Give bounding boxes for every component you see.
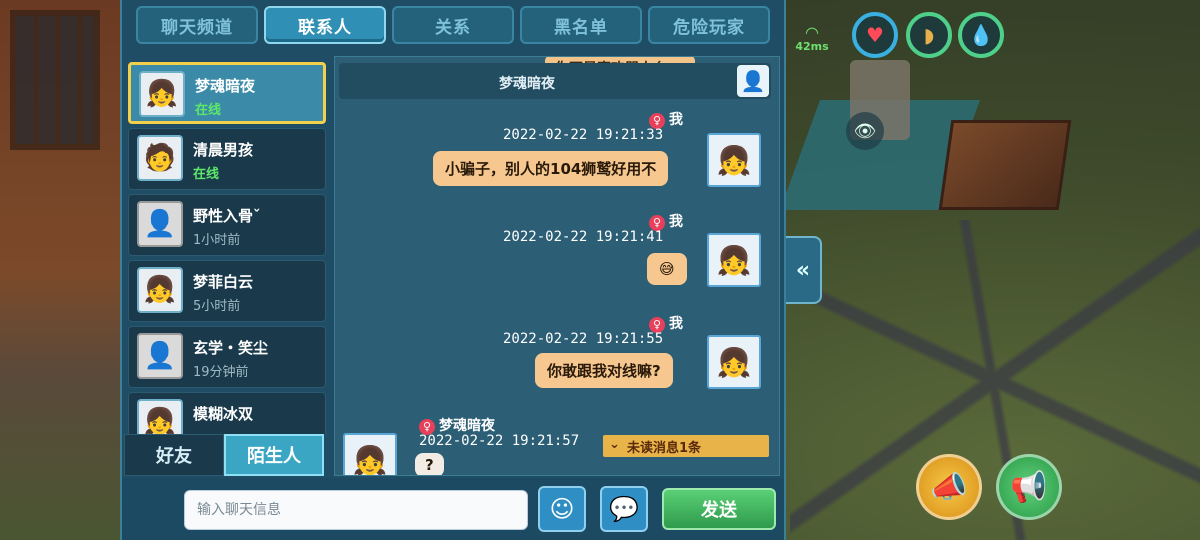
water-drop-icon[interactable]: 💧: [958, 12, 1004, 58]
profile-icon[interactable]: 👤: [737, 65, 769, 97]
message-time: 2022-02-22 19:21:41: [503, 229, 664, 245]
tab-relations[interactable]: 关系: [392, 6, 514, 44]
send-button[interactable]: 发送: [662, 488, 776, 530]
contact-status: 在线: [195, 103, 222, 118]
contact-status: 5小时前: [193, 299, 241, 314]
contact-name: 梦魂暗夜: [195, 77, 256, 95]
ping-label: 42ms: [795, 40, 829, 53]
collapse-arrow-icon[interactable]: «: [786, 236, 822, 304]
avatar: 👧: [707, 233, 761, 287]
contact-name: 清晨男孩: [193, 141, 254, 159]
avatar: 👧: [137, 399, 183, 434]
contact-item[interactable]: 👤 玄学・笑尘 19分钟前: [128, 326, 326, 388]
contact-list: 👧 梦魂暗夜 在线 🧑 清晨男孩 在线 👤 野性入骨ˇ 1小时前 👧 梦菲白云 …: [124, 58, 330, 434]
message-bubble: 小骗子，别人的104狮鹫好用不: [433, 151, 669, 186]
conversation-area[interactable]: 你不是喜欢骂人么 梦魂暗夜 👤 ♀我 2022-02-22 19:21:33 小…: [334, 56, 780, 476]
tab-strangers[interactable]: 陌生人: [224, 434, 324, 476]
message-sender: ♀ 我: [649, 313, 683, 333]
conversation-title: 梦魂暗夜: [499, 76, 555, 92]
contact-item[interactable]: 👤 野性入骨ˇ 1小时前: [128, 194, 326, 256]
contact-status: 在线: [193, 167, 220, 182]
tab-chat-channel[interactable]: 聊天频道: [136, 6, 258, 44]
message-bubble: 😅: [647, 253, 687, 285]
contact-item[interactable]: 🧑 清晨男孩 在线: [128, 128, 326, 190]
message-bubble: ?: [415, 453, 444, 475]
contact-name: 梦菲白云: [193, 273, 254, 291]
tab-blacklist[interactable]: 黑名单: [520, 6, 642, 44]
contact-status: 19分钟前: [193, 365, 249, 380]
contact-subtabs: 好友 陌生人: [124, 434, 324, 476]
building-wall: [0, 0, 125, 540]
avatar: 👧: [707, 133, 761, 187]
message-sender: ♀ 我: [649, 211, 683, 231]
message-time: 2022-02-22 19:21:57: [419, 433, 580, 449]
message-sender: ♀ 梦魂暗夜: [419, 415, 495, 435]
message-sender: ♀ 我: [649, 109, 683, 129]
conversation-header: 梦魂暗夜 👤: [339, 63, 771, 99]
health-heart-icon[interactable]: ♥: [852, 12, 898, 58]
contact-name: 玄学・笑尘: [193, 339, 269, 357]
contact-item[interactable]: 👧 梦魂暗夜 在线: [128, 62, 326, 124]
wifi-icon: ◠: [805, 23, 819, 42]
message-time: 2022-02-22 19:21:33: [503, 127, 664, 143]
contact-name: 野性入骨ˇ: [193, 207, 261, 225]
window: [10, 10, 100, 150]
emoji-icon[interactable]: ☺: [538, 486, 586, 532]
avatar: 👤: [137, 333, 183, 379]
megaphone-green-icon[interactable]: 📢: [996, 454, 1062, 520]
avatar: 👧: [707, 335, 761, 389]
chat-input[interactable]: [184, 490, 528, 530]
message-time: 2022-02-22 19:21:55: [503, 331, 664, 347]
avatar: 👧: [139, 71, 185, 117]
message-bubble: 你敢跟我对线嘛?: [535, 353, 673, 388]
tab-dangerous-players[interactable]: 危险玩家: [648, 6, 770, 44]
food-icon[interactable]: ◗: [906, 12, 952, 58]
avatar: 👧: [137, 267, 183, 313]
chat-tabs: 聊天频道 联系人 关系 黑名单 危险玩家: [136, 6, 770, 44]
cracked-ground: [790, 220, 1200, 540]
tab-contacts[interactable]: 联系人: [264, 6, 386, 44]
speech-bubble-icon[interactable]: 💬: [600, 486, 648, 532]
chat-panel: 聊天频道 联系人 关系 黑名单 危险玩家 👧 梦魂暗夜 在线 🧑 清晨男孩 在线…: [120, 0, 786, 540]
contact-name: 模糊冰双: [193, 405, 254, 423]
chevron-down-icon: ⌄: [609, 437, 620, 452]
megaphone-gold-icon[interactable]: 📣: [916, 454, 982, 520]
wooden-crate: [938, 120, 1072, 210]
input-bar: ☺ 💬 发送: [122, 478, 784, 540]
avatar: 👤: [137, 201, 183, 247]
unread-messages-banner[interactable]: ⌄ 未读消息1条: [603, 435, 769, 457]
contact-item[interactable]: 👧 梦菲白云 5小时前: [128, 260, 326, 322]
avatar: 👧: [343, 433, 397, 475]
tab-friends[interactable]: 好友: [124, 434, 224, 476]
avatar: 🧑: [137, 135, 183, 181]
network-indicator: ◠ 42ms: [795, 23, 829, 54]
contact-item[interactable]: 👧 模糊冰双: [128, 392, 326, 434]
contact-status: 1小时前: [193, 233, 241, 248]
eye-icon[interactable]: 👁: [846, 112, 884, 150]
